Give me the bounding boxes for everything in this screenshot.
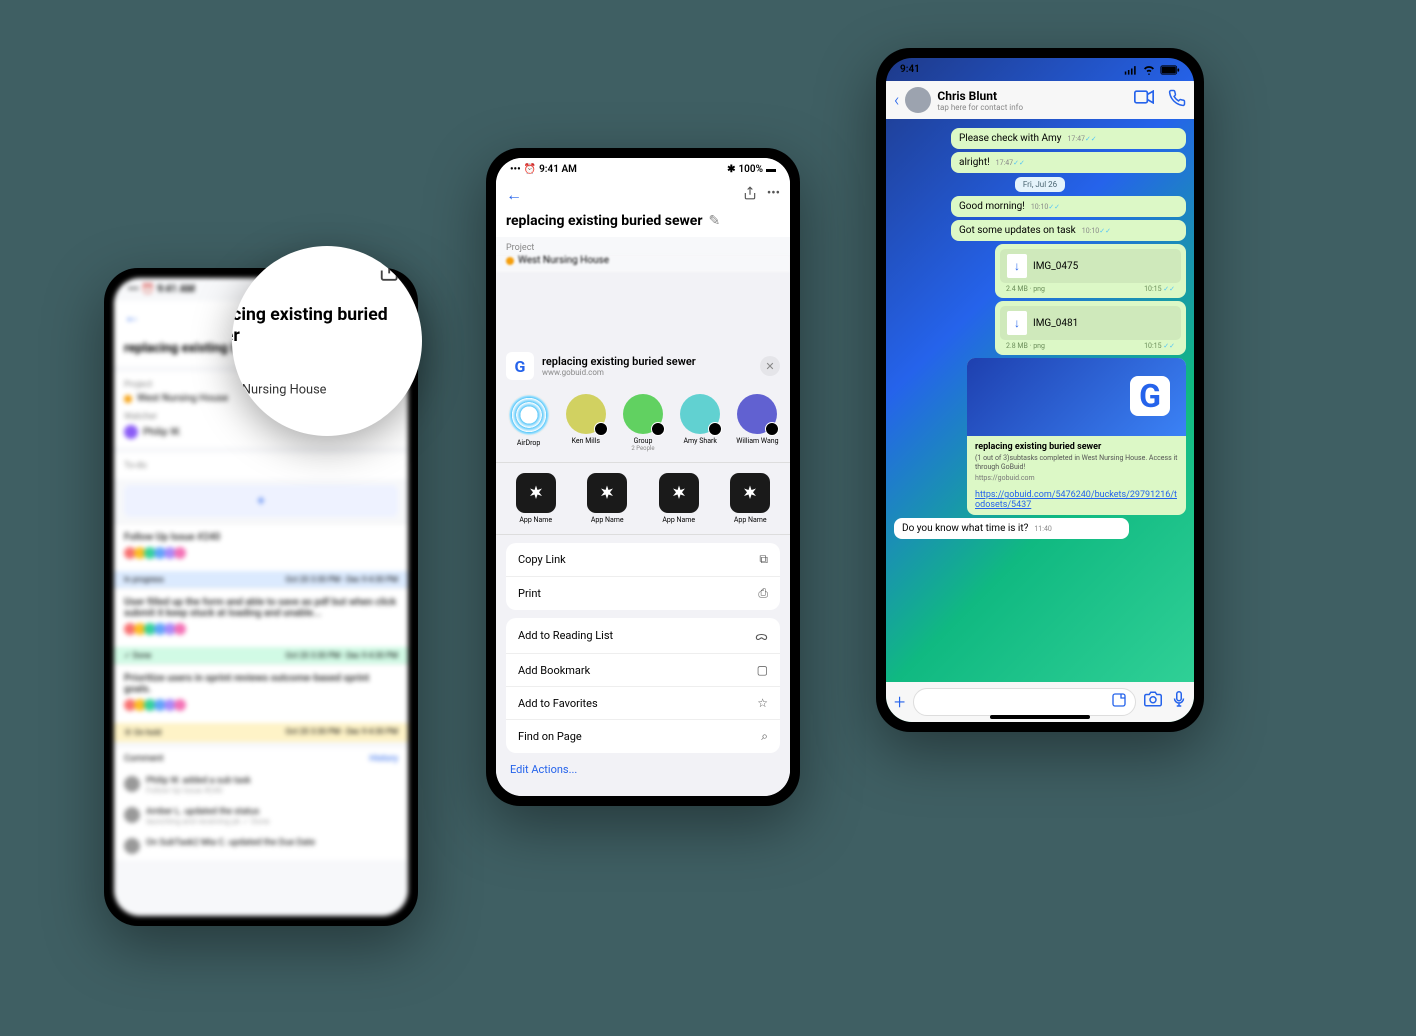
action-icon: ᯅ [755, 627, 768, 644]
app-icon [587, 473, 627, 513]
status-bar: 9:41 [886, 58, 1194, 81]
link-url[interactable]: https://gobuid.com/5476240/buckets/29791… [967, 488, 1186, 515]
app-icon [516, 473, 556, 513]
video-call-icon[interactable] [1134, 89, 1154, 111]
share-target[interactable]: William Wang [733, 394, 782, 452]
share-app[interactable]: App Name [504, 473, 568, 524]
share-target[interactable]: AirDrop [504, 394, 553, 452]
message-input[interactable] [913, 688, 1136, 716]
page-title: replacing existing buried sewer ✎ [496, 209, 790, 237]
share-target[interactable]: Group2 People [618, 394, 667, 452]
message-in[interactable]: Do you know what time is it?11:40 [894, 518, 1129, 539]
task-item[interactable]: Prioritize users in sprint reviews outco… [114, 664, 408, 723]
contact-name[interactable]: Chris Blunt [937, 89, 1023, 103]
project-label: Project [496, 237, 790, 255]
task-status: ⦿ On holdOct 20 3:30 PM - Dec 9 4:30 PM [114, 723, 408, 742]
avatar[interactable] [905, 87, 931, 113]
phone-chat: 9:41 ‹ Chris Blunt tap here for contact … [876, 48, 1204, 732]
sheet-action[interactable]: Add to Reading Listᯅ [506, 618, 780, 654]
sheet-title: replacing existing buried sewer [542, 355, 752, 368]
more-icon[interactable]: ••• [767, 186, 780, 204]
sheet-action[interactable]: Find on Page⌕ [506, 720, 780, 753]
contact-sub[interactable]: tap here for contact info [937, 103, 1023, 112]
link-image [967, 358, 1186, 436]
share-target[interactable]: Amy Shark [676, 394, 725, 452]
action-icon: ⧉ [759, 552, 768, 567]
avatar [124, 425, 138, 439]
share-icon[interactable] [378, 258, 400, 288]
back-icon[interactable]: ‹ [894, 90, 899, 111]
app-icon [730, 473, 770, 513]
file-attachment[interactable]: ↓IMG_0475 2.4 MB · png10:15 ✓✓ [995, 244, 1186, 298]
phone-share-sheet: •••⏰9:41 AM ✱100%▬ ← ••• replacing exist… [486, 148, 800, 806]
task-item[interactable]: User filled up the form and able to save… [114, 588, 408, 647]
message-out[interactable]: Good morning!10:10✓✓ [951, 196, 1186, 217]
status-bar: •••⏰9:41 AM ✱100%▬ [496, 158, 790, 181]
action-icon: ☆ [757, 696, 768, 710]
message-out[interactable]: Please check with Amy17:47✓✓ [951, 128, 1186, 149]
task-status: In progressOct 20 3:30 PM - Dec 9 4:30 P… [114, 571, 408, 588]
download-icon[interactable]: ↓ [1007, 254, 1027, 278]
magnifier-overlay: •• ⏰ 9:41 AM✱ 100% ▬ ← ••• replacing exi… [232, 246, 422, 436]
sticker-icon[interactable] [1111, 692, 1127, 712]
comment-item[interactable]: Amber L. updated the statuslaunching and… [114, 801, 408, 832]
file-attachment[interactable]: ↓IMG_0481 2.8 MB · png10:15 ✓✓ [995, 301, 1186, 355]
sheet-action[interactable]: Add to Favorites☆ [506, 687, 780, 720]
todo-label: To-do [124, 461, 398, 471]
app-icon [659, 473, 699, 513]
link-preview[interactable]: replacing existing buried sewer (1 out o… [967, 358, 1186, 515]
app-logo-icon: G [506, 352, 534, 380]
action-icon: ⎙ [758, 586, 768, 601]
comment-item[interactable]: On SubTask2 Mia C. updated the Due Date [114, 832, 408, 860]
share-app[interactable]: App Name [576, 473, 640, 524]
share-target[interactable]: Ken Mills [561, 394, 610, 452]
share-app[interactable]: App Name [719, 473, 783, 524]
message-out[interactable]: Got some updates on task10:10✓✓ [951, 220, 1186, 241]
sheet-action[interactable]: Add Bookmark▢ [506, 654, 780, 687]
date-separator: Fri, Jul 26 [1015, 177, 1065, 192]
more-icon[interactable]: ••• [413, 258, 422, 288]
share-icon[interactable] [743, 186, 757, 204]
action-icon: ⌕ [761, 729, 768, 744]
action-icon: ▢ [757, 663, 768, 677]
voice-call-icon[interactable] [1168, 89, 1186, 111]
back-icon[interactable]: ← [506, 185, 522, 205]
attach-icon[interactable]: + [894, 690, 905, 714]
back-icon[interactable]: ← [124, 307, 140, 327]
add-task-button[interactable]: + [124, 485, 398, 517]
comment-label: Comment [124, 754, 163, 764]
task-status: ✓ DoneOct 20 3:30 PM - Dec 9 4:30 PM [114, 647, 408, 664]
message-out[interactable]: alright!17:47✓✓ [951, 152, 1186, 173]
sheet-action[interactable]: Copy Link⧉ [506, 543, 780, 577]
chat-header: ‹ Chris Blunt tap here for contact info [886, 81, 1194, 119]
camera-icon[interactable] [1144, 691, 1162, 713]
comment-item[interactable]: Philip W. added a sub taskFollow Up Issu… [114, 770, 408, 801]
share-sheet: G replacing existing buried sewer www.go… [496, 342, 790, 796]
task-item[interactable]: Follow Up Issue #240 [114, 523, 408, 571]
chat-body: Please check with Amy17:47✓✓ alright!17:… [886, 119, 1194, 695]
edit-actions-link[interactable]: Edit Actions... [496, 753, 790, 786]
home-indicator[interactable] [990, 715, 1090, 719]
share-app[interactable]: App Name [647, 473, 711, 524]
close-icon[interactable]: ✕ [760, 356, 780, 376]
download-icon[interactable]: ↓ [1007, 311, 1027, 335]
sheet-url: www.gobuid.com [542, 368, 752, 377]
sheet-action[interactable]: Print⎙ [506, 577, 780, 610]
history-link[interactable]: History [369, 754, 398, 764]
mic-icon[interactable] [1172, 691, 1186, 713]
edit-icon[interactable]: ✎ [709, 213, 721, 229]
